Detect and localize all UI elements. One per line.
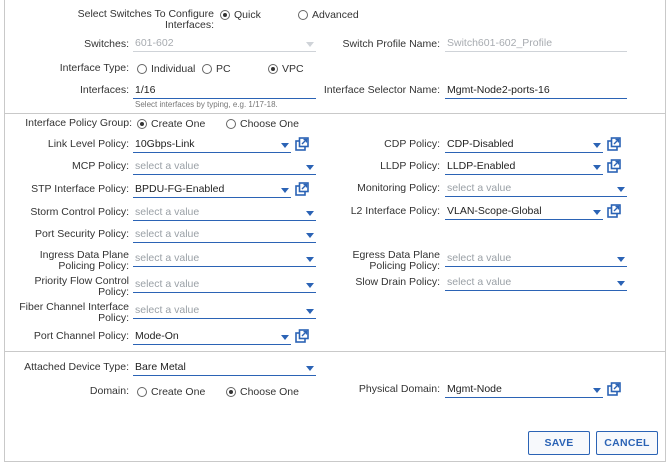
- mode-quick-radio[interactable]: Quick: [220, 9, 261, 21]
- chevron-down-icon: [281, 335, 289, 340]
- attached-device-type-label: Attached Device Type:: [24, 361, 129, 373]
- chevron-down-icon: [593, 143, 601, 148]
- policy-group-choose-radio[interactable]: Choose One: [226, 118, 299, 130]
- interfaces-label: Interfaces:: [79, 84, 129, 96]
- mcp-policy-label: MCP Policy:: [72, 160, 129, 172]
- interfaces-input[interactable]: 1/16: [133, 83, 316, 99]
- chevron-down-icon: [306, 283, 314, 288]
- chevron-down-icon: [306, 42, 314, 47]
- interface-type-pc-radio[interactable]: PC: [202, 63, 231, 75]
- physical-domain-select[interactable]: Mgmt-Node: [445, 382, 603, 398]
- mode-advanced-radio[interactable]: Advanced: [298, 9, 359, 21]
- interface-policy-group-label: Interface Policy Group:: [25, 117, 132, 129]
- physical-domain-label: Physical Domain:: [358, 383, 440, 395]
- open-external-icon[interactable]: [295, 329, 309, 343]
- lldp-policy-label: LLDP Policy:: [380, 160, 440, 172]
- ingress-policing-policy-select[interactable]: select a value: [133, 251, 316, 267]
- policy-group-create-radio[interactable]: Create One: [137, 118, 205, 130]
- open-external-icon[interactable]: [295, 137, 309, 151]
- storm-control-policy-label: Storm Control Policy:: [30, 206, 129, 218]
- select-switches-label: Select Switches To Configure Interfaces:: [77, 8, 214, 31]
- slow-drain-policy-select[interactable]: select a value: [445, 275, 627, 291]
- open-external-icon[interactable]: [607, 204, 621, 218]
- chevron-down-icon: [617, 187, 625, 192]
- open-external-icon[interactable]: [607, 382, 621, 396]
- radio-empty-icon: [226, 119, 236, 129]
- switch-profile-name-input[interactable]: Switch601-602_Profile: [445, 36, 627, 52]
- interfaces-hint: Select interfaces by typing, e.g. 1/17-1…: [135, 100, 278, 109]
- l2-interface-policy-select[interactable]: VLAN-Scope-Global: [445, 204, 603, 220]
- egress-policing-policy-select[interactable]: select a value: [445, 251, 627, 267]
- chevron-down-icon: [617, 257, 625, 262]
- domain-choose-radio[interactable]: Choose One: [226, 386, 299, 398]
- ingress-policing-policy-label: Ingress Data Plane Policing Policy:: [39, 249, 129, 272]
- interface-selector-name-label: Interface Selector Name:: [323, 84, 440, 96]
- interface-selector-name-input[interactable]: Mgmt-Node2-ports-16: [445, 83, 627, 99]
- monitoring-policy-select[interactable]: select a value: [445, 181, 627, 197]
- chevron-down-icon: [306, 309, 314, 314]
- domain-label: Domain:: [89, 385, 129, 397]
- lldp-policy-select[interactable]: LLDP-Enabled: [445, 159, 603, 175]
- stp-interface-policy-select[interactable]: BPDU-FG-Enabled: [133, 182, 291, 198]
- interface-type-label: Interface Type:: [59, 62, 129, 74]
- radio-empty-icon: [298, 10, 308, 20]
- chevron-down-icon: [281, 143, 289, 148]
- radio-empty-icon: [137, 64, 147, 74]
- chevron-down-icon: [593, 165, 601, 170]
- section-divider: [5, 113, 665, 114]
- priority-flow-control-policy-select[interactable]: select a value: [133, 277, 316, 293]
- switches-label: Switches:: [84, 38, 129, 50]
- chevron-down-icon: [281, 188, 289, 193]
- domain-create-radio[interactable]: Create One: [137, 386, 205, 398]
- fiber-channel-interface-policy-select[interactable]: select a value: [133, 303, 316, 319]
- mcp-policy-select[interactable]: select a value: [133, 159, 316, 175]
- open-external-icon[interactable]: [607, 159, 621, 173]
- chevron-down-icon: [617, 281, 625, 286]
- radio-selected-icon: [268, 64, 278, 74]
- open-external-icon[interactable]: [295, 182, 309, 196]
- priority-flow-control-policy-label: Priority Flow Control Policy:: [34, 275, 129, 298]
- chevron-down-icon: [306, 233, 314, 238]
- chevron-down-icon: [593, 210, 601, 215]
- monitoring-policy-label: Monitoring Policy:: [357, 182, 440, 194]
- open-external-icon[interactable]: [607, 137, 621, 151]
- port-security-policy-label: Port Security Policy:: [35, 228, 129, 240]
- port-channel-policy-label: Port Channel Policy:: [33, 330, 129, 342]
- chevron-down-icon: [306, 257, 314, 262]
- port-channel-policy-select[interactable]: Mode-On: [133, 329, 291, 345]
- switch-profile-name-label: Switch Profile Name:: [342, 38, 440, 50]
- radio-selected-icon: [220, 10, 230, 20]
- storm-control-policy-select[interactable]: select a value: [133, 205, 316, 221]
- stp-interface-policy-label: STP Interface Policy:: [31, 183, 129, 195]
- fiber-channel-interface-policy-label: Fiber Channel Interface Policy:: [19, 301, 129, 324]
- chevron-down-icon: [593, 388, 601, 393]
- radio-empty-icon: [202, 64, 212, 74]
- chevron-down-icon: [306, 366, 314, 371]
- cancel-button[interactable]: CANCEL: [596, 431, 658, 455]
- link-level-policy-label: Link Level Policy:: [47, 138, 129, 150]
- interface-type-individual-radio[interactable]: Individual: [137, 63, 195, 75]
- attached-device-type-select[interactable]: Bare Metal: [133, 360, 316, 376]
- save-button[interactable]: SAVE: [528, 431, 590, 455]
- radio-empty-icon: [137, 387, 147, 397]
- switches-select[interactable]: 601-602: [133, 36, 316, 52]
- radio-selected-icon: [226, 387, 236, 397]
- cdp-policy-select[interactable]: CDP-Disabled: [445, 137, 603, 153]
- link-level-policy-select[interactable]: 10Gbps-Link: [133, 137, 291, 153]
- l2-interface-policy-label: L2 Interface Policy:: [350, 205, 440, 217]
- egress-policing-policy-label: Egress Data Plane Policing Policy:: [352, 249, 440, 272]
- radio-selected-icon: [137, 119, 147, 129]
- chevron-down-icon: [306, 165, 314, 170]
- slow-drain-policy-label: Slow Drain Policy:: [355, 276, 440, 288]
- cdp-policy-label: CDP Policy:: [384, 138, 440, 150]
- interface-type-vpc-radio[interactable]: VPC: [268, 63, 304, 75]
- chevron-down-icon: [306, 211, 314, 216]
- section-divider: [5, 351, 665, 352]
- port-security-policy-select[interactable]: select a value: [133, 227, 316, 243]
